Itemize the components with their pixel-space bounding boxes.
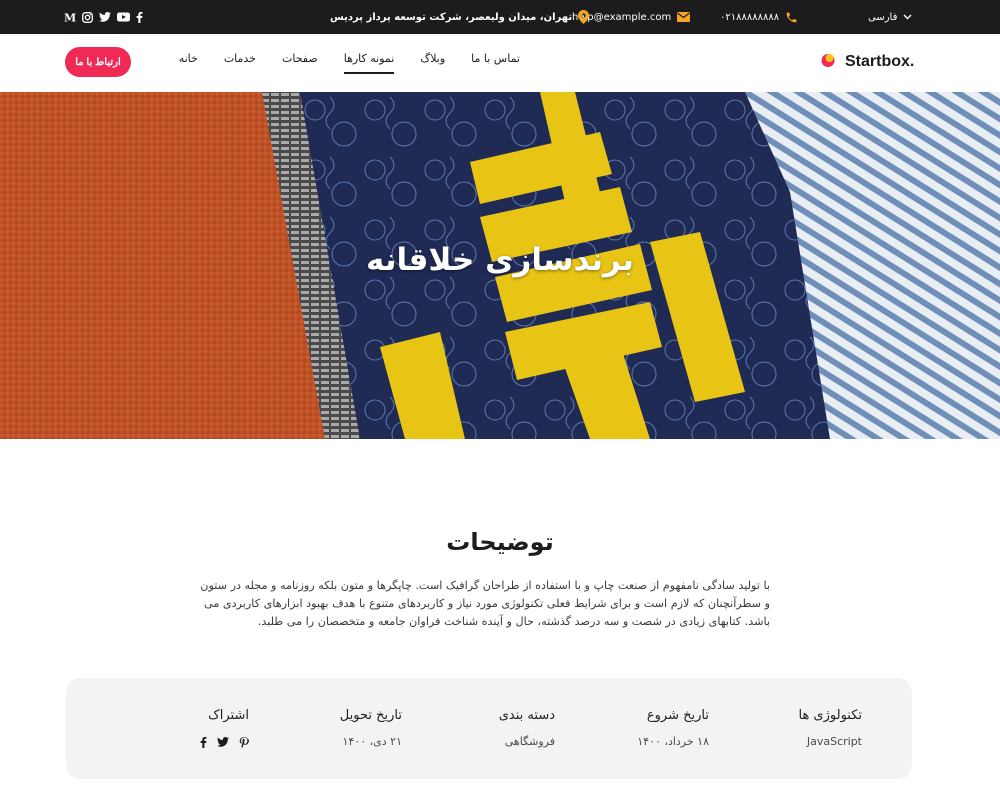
medium-icon[interactable]: M [64, 12, 76, 22]
info-value: فروشگاهی [504, 735, 555, 748]
pinterest-icon[interactable] [239, 737, 249, 748]
nav-item-pages[interactable]: صفحات [282, 52, 318, 74]
nav-item-portfolio[interactable]: نمونه کارها [343, 52, 395, 74]
brand-logo[interactable]: Startbox. [821, 52, 914, 72]
location-pin-icon [578, 10, 590, 24]
info-value: ۲۱ دی، ۱۴۰۰ [342, 735, 402, 748]
description-body: با تولید سادگی نامفهوم از صنعت چاپ و با … [200, 579, 770, 628]
phone-number: ۰۲۱۸۸۸۸۸۸۸۸ [720, 11, 780, 23]
brand-name: Startbox. [845, 53, 915, 70]
instagram-icon[interactable] [82, 11, 93, 23]
site-header: Startbox. خانه خدمات صفحات نمونه کارها و… [0, 34, 1000, 92]
nav-item-blog[interactable]: وبلاگ [420, 52, 445, 74]
language-selector[interactable]: فارسی [868, 0, 912, 34]
info-label: تکنولوژی ها [798, 708, 862, 723]
address-text: تهران، میدان ولیعصر، شرکت توسعه پرداز پر… [330, 11, 573, 23]
chevron-down-icon [903, 12, 912, 23]
info-start-date: تاریخ شروع ۱۸ خرداد، ۱۴۰۰ [637, 708, 709, 748]
nav-item-home[interactable]: خانه [179, 52, 198, 74]
description-title: توضیحات [446, 528, 554, 556]
phone-icon [785, 11, 798, 24]
info-label: دسته بندی [498, 708, 555, 723]
twitter-icon[interactable] [99, 12, 111, 22]
language-label: فارسی [868, 11, 898, 23]
contact-us-button[interactable]: ارتباط با ما [65, 47, 131, 77]
info-label: تاریخ تحویل [339, 708, 402, 723]
svg-text:M: M [64, 12, 76, 22]
main-nav: خانه خدمات صفحات نمونه کارها وبلاگ تماس … [179, 52, 520, 74]
email-contact[interactable]: help@example.com [572, 0, 691, 34]
info-share: اشتراک [200, 708, 249, 748]
info-technologies: تکنولوژی ها JavaScript [798, 708, 862, 748]
info-value: ۱۸ خرداد، ۱۴۰۰ [637, 735, 709, 748]
address-contact: تهران، میدان ولیعصر، شرکت توسعه پرداز پر… [330, 0, 590, 34]
info-label: اشتراک [208, 708, 249, 723]
nav-item-contact[interactable]: تماس با ما [471, 52, 520, 74]
top-bar: فارسی ۰۲۱۸۸۸۸۸۸۸۸ help@example.com تهران… [0, 0, 1000, 34]
facebook-icon[interactable] [136, 11, 143, 23]
envelope-icon [677, 12, 691, 22]
twitter-icon[interactable] [217, 737, 229, 748]
logo-icon [821, 52, 837, 72]
social-links: M [64, 0, 143, 34]
nav-item-services[interactable]: خدمات [224, 52, 256, 74]
info-delivery-date: تاریخ تحویل ۲۱ دی، ۱۴۰۰ [340, 708, 402, 748]
share-icons [200, 737, 249, 748]
project-info-card: تکنولوژی ها JavaScript تاریخ شروع ۱۸ خرد… [66, 678, 912, 779]
hero-banner: برندسازی خلاقانه [0, 92, 1000, 439]
info-category: دسته بندی فروشگاهی [499, 708, 555, 748]
info-value: JavaScript [806, 735, 862, 748]
youtube-icon[interactable] [117, 12, 130, 22]
hero-title: برندسازی خلاقانه [366, 242, 634, 278]
info-label: تاریخ شروع [646, 708, 709, 723]
facebook-icon[interactable] [200, 737, 207, 748]
phone-contact[interactable]: ۰۲۱۸۸۸۸۸۸۸۸ [720, 0, 798, 34]
